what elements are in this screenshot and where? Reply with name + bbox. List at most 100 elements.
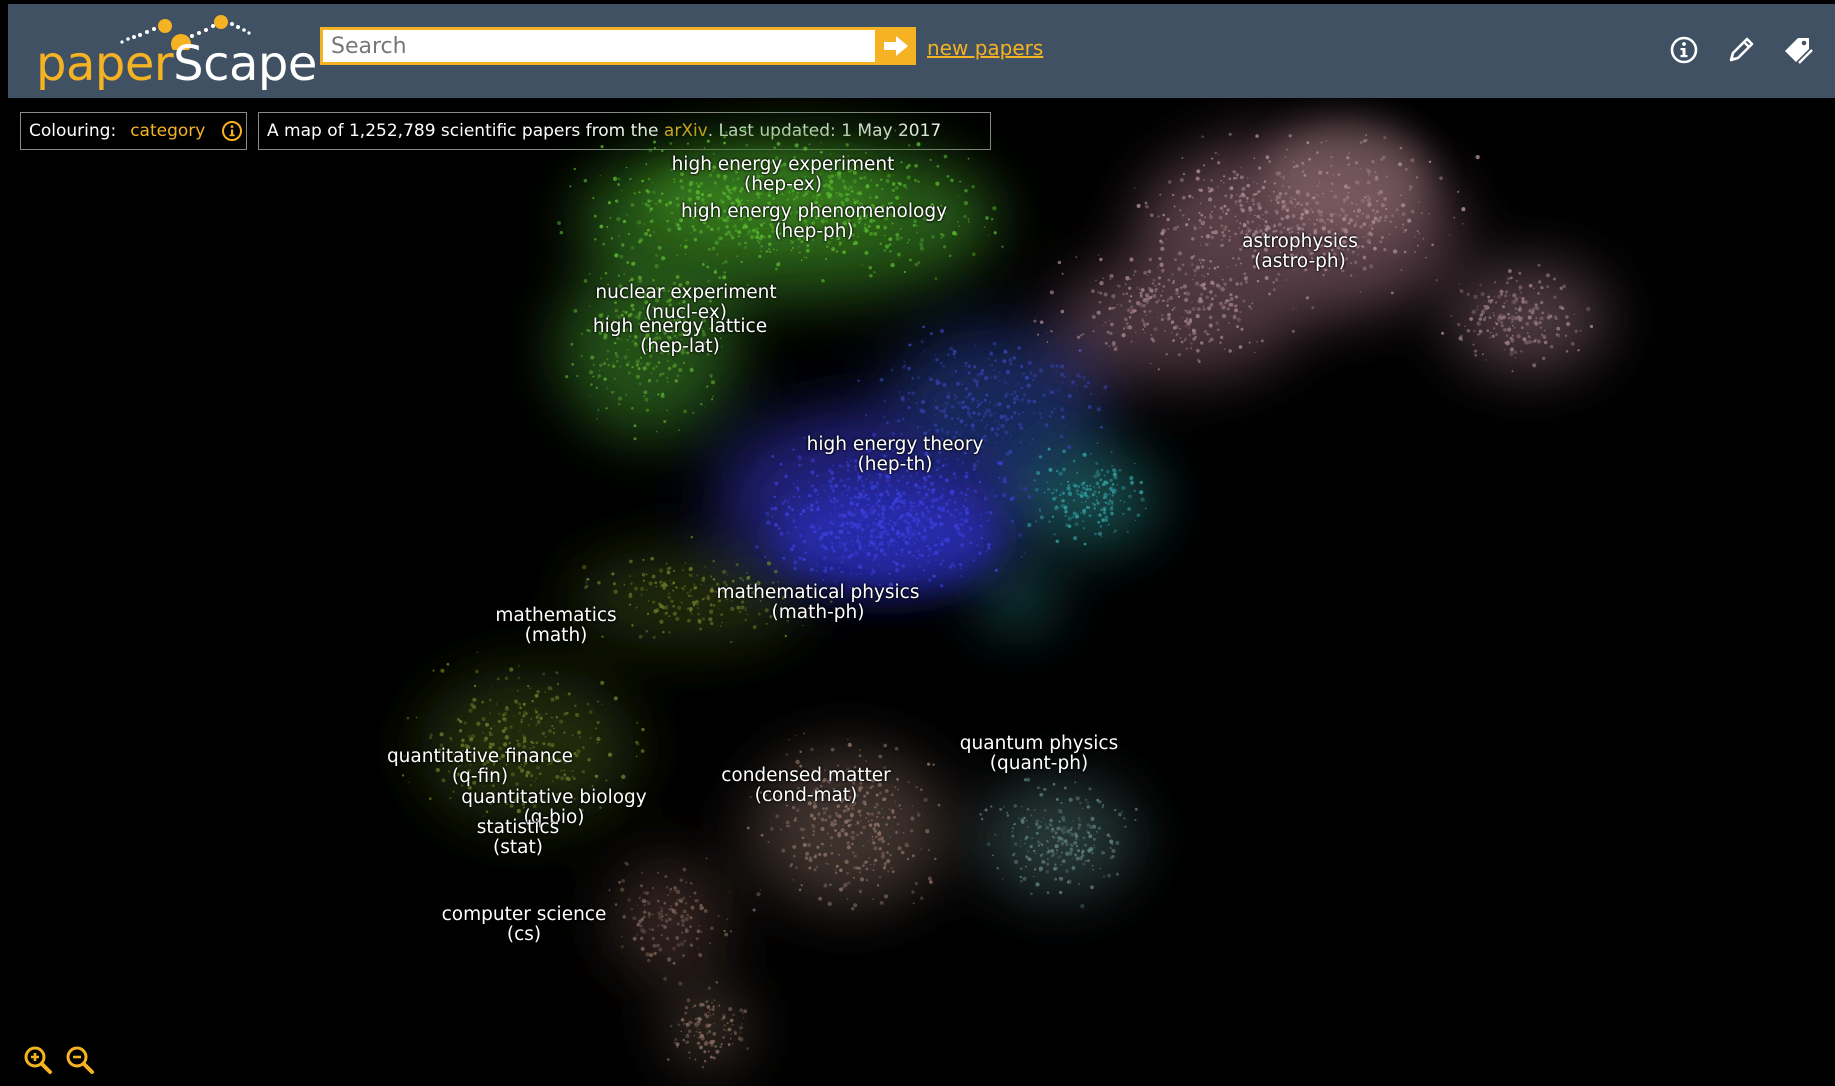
paper-dot (876, 822, 880, 826)
paper-dot (703, 1059, 707, 1063)
paper-dot (1233, 308, 1239, 313)
paper-dot (794, 143, 799, 148)
paper-dot (709, 575, 713, 578)
paper-dot (886, 491, 890, 495)
paper-dot (1031, 837, 1033, 839)
paper-dot (667, 630, 671, 634)
paper-dot (829, 499, 833, 503)
paper-dot (918, 486, 922, 490)
paper-dot (1284, 156, 1287, 158)
paper-dot (1330, 190, 1333, 192)
category-label-math[interactable]: mathematics (math) (495, 606, 616, 646)
paper-dot (1503, 302, 1506, 304)
paper-dot (856, 573, 858, 575)
paper-dot (636, 722, 639, 724)
paper-dot (639, 238, 644, 243)
info-button[interactable] (1668, 34, 1700, 66)
paper-dot (1099, 291, 1103, 295)
paper-dot (1108, 487, 1112, 491)
zoom-out-button[interactable] (64, 1044, 96, 1076)
paper-dot (1191, 278, 1194, 281)
paper-dot (975, 544, 978, 547)
paper-dot (859, 819, 862, 822)
paper-dot (834, 823, 837, 826)
paper-dot (776, 141, 781, 146)
paper-dot (1064, 514, 1067, 518)
category-label-hep-ex[interactable]: high energy experiment (hep-ex) (672, 155, 895, 195)
paper-dot (910, 816, 915, 821)
category-label-cs[interactable]: computer science (cs) (442, 905, 607, 945)
paper-dot (1025, 865, 1027, 868)
tags-button[interactable] (1782, 34, 1814, 66)
paper-dot (869, 480, 874, 485)
paper-map[interactable]: high energy experiment (hep-ex) high ener… (8, 98, 1835, 1086)
category-label-hep-lat[interactable]: high energy lattice (hep-lat) (593, 317, 767, 357)
paper-dot (1162, 299, 1165, 303)
paper-map-canvas[interactable] (8, 98, 1835, 1086)
paper-dot (1389, 220, 1392, 223)
paper-dot (627, 371, 632, 375)
category-label-stat[interactable]: statistics (stat) (477, 818, 559, 858)
paper-dot (810, 814, 814, 817)
paper-dot (1003, 380, 1007, 384)
category-label-math-ph[interactable]: mathematical physics (math-ph) (716, 583, 919, 623)
paper-dot (1377, 191, 1381, 196)
paper-dot (679, 878, 683, 882)
new-papers-link[interactable]: new papers (927, 36, 1043, 60)
paperscape-logo[interactable]: paperScape (36, 10, 317, 94)
paper-dot (773, 495, 777, 499)
paper-dot (966, 487, 970, 490)
paper-dot (894, 129, 897, 132)
paper-dot (1404, 228, 1408, 232)
paper-dot (1147, 274, 1149, 277)
paper-dot (897, 788, 899, 791)
paper-dot (1241, 186, 1246, 191)
paper-dot (1558, 305, 1563, 309)
paper-dot (609, 217, 612, 219)
paper-dot (1407, 218, 1412, 223)
paper-dot (699, 1045, 703, 1050)
search-input[interactable] (323, 30, 875, 62)
category-label-quant-ph[interactable]: quantum physics (quant-ph) (960, 734, 1118, 774)
zoom-in-button[interactable] (22, 1044, 54, 1076)
paper-dot (645, 163, 648, 166)
category-label-hep-ph[interactable]: high energy phenomenology (hep-ph) (681, 202, 947, 242)
paper-dot (858, 824, 860, 827)
edit-button[interactable] (1725, 34, 1757, 66)
search-submit-button[interactable] (878, 30, 914, 62)
search-box (320, 27, 916, 65)
paper-dot (1060, 802, 1063, 804)
paper-dot (1044, 332, 1047, 335)
paper-dot (891, 484, 893, 487)
paper-dot (713, 604, 716, 607)
paper-dot (1097, 290, 1100, 294)
paper-dot (792, 519, 796, 523)
paper-dot (1311, 306, 1315, 310)
paper-dot (816, 507, 820, 512)
paper-dot (1089, 488, 1092, 491)
category-label-hep-th[interactable]: high energy theory (hep-th) (807, 435, 984, 475)
paper-dot (845, 521, 850, 526)
paper-dot (696, 1041, 701, 1046)
paper-dot (1068, 851, 1073, 856)
paper-dot (879, 900, 884, 905)
paper-dot (1076, 472, 1079, 474)
paper-dot (993, 420, 997, 423)
paper-dot (707, 1011, 710, 1014)
paper-dot (828, 530, 831, 533)
paper-dot (1226, 266, 1229, 269)
paper-dot (1052, 782, 1056, 786)
paper-dot (1305, 192, 1310, 197)
paper-dot (1288, 185, 1291, 189)
paper-dot (709, 1055, 713, 1059)
category-label-q-fin[interactable]: quantitative finance (q-fin) (387, 747, 573, 787)
paper-dot (989, 510, 992, 514)
paper-dot (1067, 444, 1072, 450)
paper-dot (669, 891, 672, 894)
paper-dot (580, 332, 584, 336)
category-label-astro-ph[interactable]: astrophysics (astro-ph) (1242, 232, 1358, 272)
paper-dot (920, 553, 924, 558)
paper-dot (1065, 842, 1069, 847)
paper-dot (897, 516, 902, 521)
category-label-cond-mat[interactable]: condensed matter (cond-mat) (721, 766, 891, 806)
